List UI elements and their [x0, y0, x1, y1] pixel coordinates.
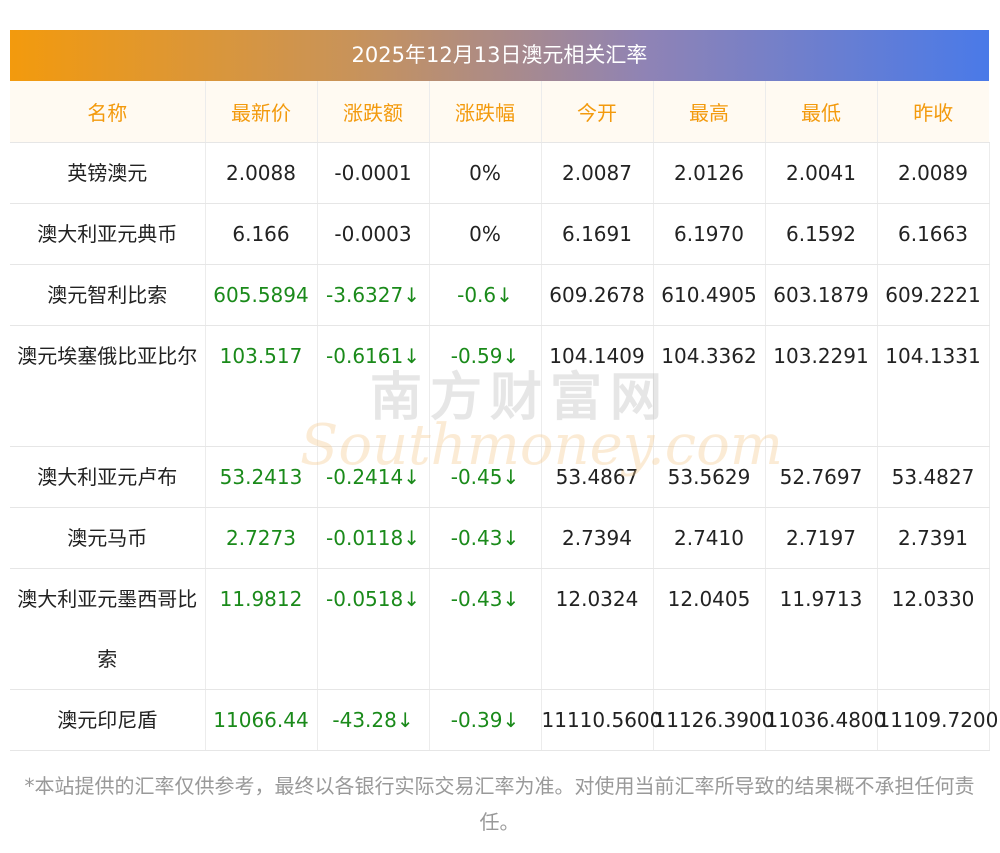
page-title: 2025年12月13日澳元相关汇率	[10, 30, 989, 81]
header-prev-close: 昨收	[877, 81, 989, 143]
cell-open: 2.7394	[541, 507, 654, 569]
header-open: 今开	[541, 81, 654, 143]
cell-high: 610.4905	[653, 264, 766, 326]
cell-latest: 605.5894	[205, 264, 318, 326]
cell-prev-close: 609.2221	[877, 264, 990, 326]
cell-prev-close: 2.7391	[877, 507, 990, 569]
cell-change: -0.0003	[317, 203, 430, 265]
header-change-pct: 涨跌幅	[429, 81, 542, 143]
cell-name: 澳大利亚元卢布	[10, 446, 206, 508]
cell-low: 2.7197	[765, 507, 878, 569]
rates-panel: 2025年12月13日澳元相关汇率 名称 最新价 涨跌额 涨跌幅 今开 最高 最…	[10, 30, 998, 751]
table-row: 澳大利亚元墨西哥比索 11.9812 -0.0518↓ -0.43↓ 12.0324 12…	[10, 568, 990, 690]
header-name: 名称	[10, 81, 206, 143]
cell-change: -0.0001	[317, 142, 430, 204]
cell-change-pct: 0%	[429, 203, 542, 265]
cell-prev-close: 2.0089	[877, 142, 990, 204]
cell-prev-close: 6.1663	[877, 203, 990, 265]
cell-open: 104.1409	[541, 325, 654, 447]
cell-low: 11036.4800	[765, 689, 886, 751]
cell-high: 2.0126	[653, 142, 766, 204]
cell-change: -0.0118↓	[317, 507, 430, 569]
cell-change-pct: -0.43↓	[429, 507, 542, 569]
cell-latest: 2.7273	[205, 507, 318, 569]
cell-change: -0.2414↓	[317, 446, 430, 508]
table-row: 英镑澳元 2.0088 -0.0001 0% 2.0087 2.0126 2.0041 2.0…	[10, 142, 990, 204]
disclaimer-note: *本站提供的汇率仅供参考，最终以各银行实际交易汇率为准。对使用当前汇率所导致的结…	[24, 774, 975, 834]
header-latest: 最新价	[205, 81, 318, 143]
cell-change-pct: -0.59↓	[429, 325, 542, 447]
cell-name: 澳元埃塞俄比亚比尔	[10, 325, 206, 447]
table-row: 澳元埃塞俄比亚比尔 103.517 -0.6161↓ -0.59↓ 104.1409 10…	[10, 325, 990, 447]
header-low: 最低	[765, 81, 878, 143]
cell-latest: 103.517	[205, 325, 318, 447]
rates-table: 名称 最新价 涨跌额 涨跌幅 今开 最高 最低 昨收 英镑澳元 2.0088 -0.…	[10, 81, 998, 751]
cell-latest: 11066.44	[205, 689, 318, 751]
cell-name: 澳元印尼盾	[10, 689, 206, 751]
cell-name: 澳大利亚元墨西哥比索	[10, 568, 206, 690]
cell-change: -43.28↓	[317, 689, 430, 751]
cell-prev-close: 53.4827	[877, 446, 990, 508]
cell-high: 6.1970	[653, 203, 766, 265]
cell-change-pct: -0.43↓	[429, 568, 542, 690]
cell-low: 6.1592	[765, 203, 878, 265]
cell-change: -3.6327↓	[317, 264, 430, 326]
cell-change: -0.6161↓	[317, 325, 430, 447]
table-row: 澳元马币 2.7273 -0.0118↓ -0.43↓ 2.7394 2.7410 2.71…	[10, 507, 990, 569]
cell-high: 104.3362	[653, 325, 766, 447]
cell-high: 53.5629	[653, 446, 766, 508]
table-header-row: 名称 最新价 涨跌额 涨跌幅 今开 最高 最低 昨收	[10, 81, 989, 143]
cell-change-pct: 0%	[429, 142, 542, 204]
table-row: 澳大利亚元典币 6.166 -0.0003 0% 6.1691 6.1970 6.1592 6…	[10, 203, 990, 265]
cell-low: 52.7697	[765, 446, 878, 508]
cell-prev-close: 12.0330	[877, 568, 990, 690]
cell-prev-close: 11109.7200	[877, 689, 998, 751]
cell-high: 12.0405	[653, 568, 766, 690]
cell-open: 11110.5600	[541, 689, 662, 751]
cell-low: 11.9713	[765, 568, 878, 690]
cell-open: 2.0087	[541, 142, 654, 204]
cell-change-pct: -0.39↓	[429, 689, 542, 751]
cell-low: 2.0041	[765, 142, 878, 204]
header-change: 涨跌额	[317, 81, 430, 143]
cell-name: 澳元马币	[10, 507, 206, 569]
cell-open: 609.2678	[541, 264, 654, 326]
header-high: 最高	[653, 81, 766, 143]
cell-change: -0.0518↓	[317, 568, 430, 690]
cell-change-pct: -0.45↓	[429, 446, 542, 508]
cell-prev-close: 104.1331	[877, 325, 990, 447]
table-row: 澳大利亚元卢布 53.2413 -0.2414↓ -0.45↓ 53.4867 53.56…	[10, 446, 990, 508]
cell-open: 12.0324	[541, 568, 654, 690]
cell-name: 英镑澳元	[10, 142, 206, 204]
cell-name: 澳大利亚元典币	[10, 203, 206, 265]
cell-latest: 2.0088	[205, 142, 318, 204]
cell-open: 53.4867	[541, 446, 654, 508]
cell-latest: 53.2413	[205, 446, 318, 508]
table-row: 澳元智利比索 605.5894 -3.6327↓ -0.6↓ 609.2678 610.4…	[10, 264, 990, 326]
cell-name: 澳元智利比索	[10, 264, 206, 326]
cell-latest: 6.166	[205, 203, 318, 265]
cell-low: 603.1879	[765, 264, 878, 326]
cell-change-pct: -0.6↓	[429, 264, 542, 326]
cell-latest: 11.9812	[205, 568, 318, 690]
cell-low: 103.2291	[765, 325, 878, 447]
cell-high: 11126.3900	[653, 689, 774, 751]
cell-high: 2.7410	[653, 507, 766, 569]
cell-open: 6.1691	[541, 203, 654, 265]
table-row: 澳元印尼盾 11066.44 -43.28↓ -0.39↓ 11110.5600 1112…	[10, 689, 998, 751]
